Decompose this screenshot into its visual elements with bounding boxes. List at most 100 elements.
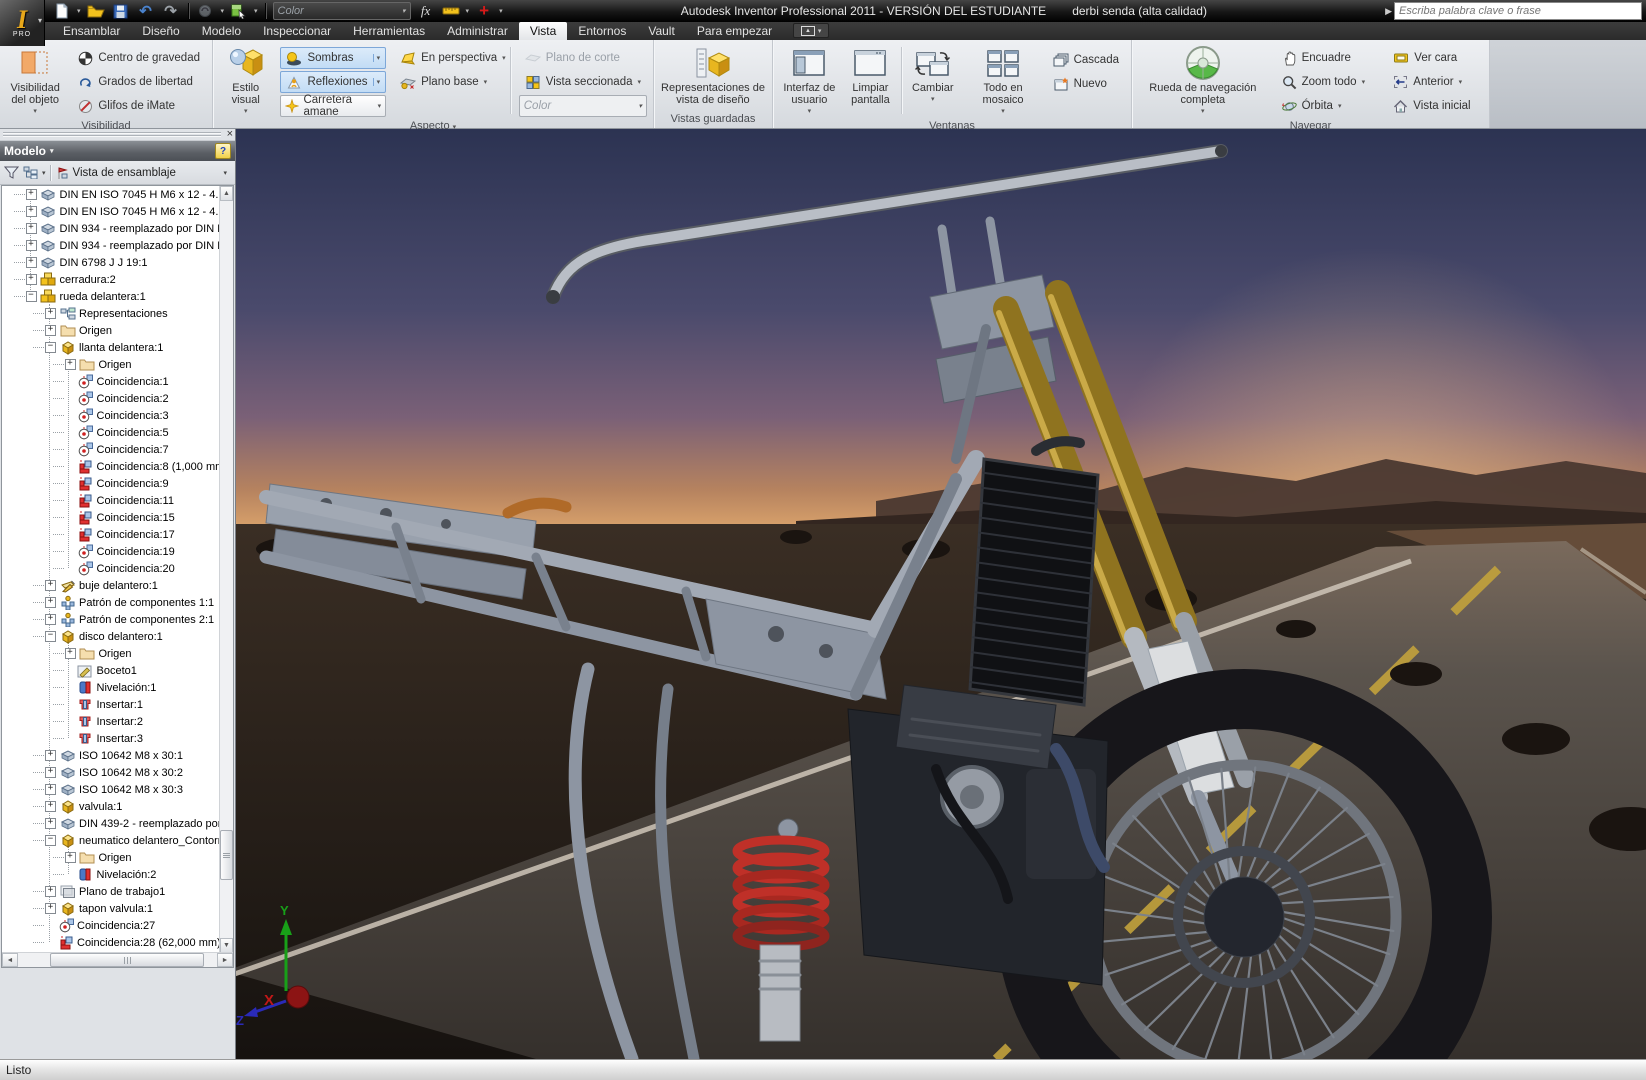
undo-button[interactable]: ↶ xyxy=(136,2,156,20)
tree-expander[interactable]: − xyxy=(45,631,56,642)
scroll-right-icon[interactable]: ► xyxy=(217,953,233,967)
tree-item[interactable]: + Patrón de componentes 2:1 xyxy=(2,611,220,628)
tab-vista[interactable]: Vista xyxy=(518,22,568,40)
assembly-view-label[interactable]: Vista de ensamblaje xyxy=(73,167,176,179)
tree-expander[interactable]: + xyxy=(45,750,56,761)
parameters-fx-button[interactable]: fx xyxy=(416,2,436,20)
tree-item[interactable]: Coincidencia:15 xyxy=(2,509,220,526)
tree-item[interactable]: Coincidencia:11 xyxy=(2,492,220,509)
tab-ensamblar[interactable]: Ensamblar xyxy=(52,22,131,40)
tree-item[interactable]: Nivelación:1 xyxy=(2,679,220,696)
tree-item[interactable]: + DIN EN ISO 7045 H M6 x 12 - 4.8 xyxy=(2,203,220,220)
app-menu-button[interactable]: I PRO ▾ xyxy=(0,0,45,46)
minimize-ribbon-button[interactable]: ▲ ▾ xyxy=(793,23,830,38)
tree-item[interactable]: Coincidencia:9 xyxy=(2,475,220,492)
tree-expander[interactable]: − xyxy=(45,835,56,846)
tree-expander[interactable]: − xyxy=(45,342,56,353)
panel-splitter[interactable]: × xyxy=(0,129,235,141)
tab-modelo[interactable]: Modelo xyxy=(191,22,252,40)
update-button[interactable] xyxy=(196,2,216,20)
tree-expander[interactable]: + xyxy=(45,903,56,914)
glifos-de-imate-button[interactable]: Glifos de iMate xyxy=(72,95,206,117)
vista-inicial-button[interactable]: Vista inicial xyxy=(1387,95,1483,117)
tree-item[interactable]: Coincidencia:1 xyxy=(2,373,220,390)
cambiar-button[interactable]: Cambiar ▾ xyxy=(906,43,959,118)
help-icon[interactable]: ? xyxy=(215,143,231,159)
tree-expander[interactable]: + xyxy=(45,308,56,319)
tree-expander[interactable]: + xyxy=(45,767,56,778)
grados-de-libertad-button[interactable]: Grados de libertad xyxy=(72,71,206,93)
tab-administrar[interactable]: Administrar xyxy=(436,22,519,40)
tree-item[interactable]: Coincidencia:5 xyxy=(2,424,220,441)
tree-item[interactable]: + DIN 934 - reemplazado por DIN E xyxy=(2,220,220,237)
select-caret[interactable]: ▾ xyxy=(254,7,258,15)
tab-vault[interactable]: Vault xyxy=(637,22,685,40)
rueda-navegacion-button[interactable]: Rueda de navegación completa ▾ xyxy=(1138,43,1268,118)
scroll-down-icon[interactable]: ▼ xyxy=(220,938,233,953)
tree-item[interactable]: + Plano de trabajo1 xyxy=(2,883,220,900)
tree-item[interactable]: + cerradura:2 xyxy=(2,271,220,288)
tree-item[interactable]: Coincidencia:7 xyxy=(2,441,220,458)
tree-item[interactable]: + tapon valvula:1 xyxy=(2,900,220,917)
tree-item[interactable]: Coincidencia:28 (62,000 mm) xyxy=(2,934,220,951)
visibilidad-del-objeto-button[interactable]: Visibilidad del objeto ▾ xyxy=(6,43,64,118)
tree-item[interactable]: + ISO 10642 M8 x 30:1 xyxy=(2,747,220,764)
tree-item[interactable]: + buje delantero:1 xyxy=(2,577,220,594)
encuadre-button[interactable]: Encuadre xyxy=(1276,47,1380,69)
estilo-visual-button[interactable]: Estilo visual ▾ xyxy=(219,43,272,118)
interfaz-de-usuario-button[interactable]: Interfaz de usuario ▾ xyxy=(779,43,840,118)
tree-item[interactable]: + ISO 10642 M8 x 30:3 xyxy=(2,781,220,798)
reflexiones-toggle[interactable]: Reflexiones ▾ xyxy=(280,71,387,93)
vista-seccionada-button[interactable]: Vista seccionada ▾ xyxy=(519,71,647,93)
browser-hierarchy-icon[interactable] xyxy=(23,166,38,179)
tree-item[interactable]: + Patrón de componentes 1:1 xyxy=(2,594,220,611)
add-component-button[interactable]: + xyxy=(474,2,494,20)
redo-button[interactable]: ↷ xyxy=(161,2,181,20)
tab-inspeccionar[interactable]: Inspeccionar xyxy=(252,22,342,40)
tree-expander[interactable]: − xyxy=(25,291,37,302)
scroll-left-icon[interactable]: ◄ xyxy=(2,953,18,967)
ver-cara-button[interactable]: Ver cara xyxy=(1387,47,1483,69)
close-icon[interactable]: × xyxy=(227,129,233,140)
tree-item[interactable]: − neumatico delantero_Contorr xyxy=(2,832,220,849)
tree-item[interactable]: Insertar:3 xyxy=(2,730,220,747)
tree-item[interactable]: + Origen xyxy=(2,322,220,339)
tree-expander[interactable]: + xyxy=(45,801,56,812)
tree-expander[interactable]: + xyxy=(45,597,56,608)
tree-expander[interactable]: + xyxy=(25,240,37,251)
filter-icon[interactable] xyxy=(4,166,19,179)
new-file-button[interactable] xyxy=(52,2,72,20)
tree-item[interactable]: Coincidencia:19 xyxy=(2,543,220,560)
measure-button[interactable] xyxy=(441,2,461,20)
tree-expander[interactable]: + xyxy=(25,206,37,217)
tree-item[interactable]: Insertar:2 xyxy=(2,713,220,730)
tree-item[interactable]: − llanta delantera:1 xyxy=(2,339,220,356)
tree-expander[interactable]: + xyxy=(45,580,56,591)
tree-item[interactable]: Coincidencia:20 xyxy=(2,560,220,577)
scrollbar-thumb[interactable] xyxy=(50,953,204,967)
centro-de-gravedad-button[interactable]: Centro de gravedad xyxy=(72,47,206,69)
tab-diseño[interactable]: Diseño xyxy=(131,22,190,40)
nuevo-button[interactable]: Nuevo xyxy=(1047,73,1125,95)
scroll-up-icon[interactable]: ▲ xyxy=(220,186,233,201)
tree-item[interactable]: + Origen xyxy=(2,356,220,373)
color-override-combo[interactable]: Color ▾ xyxy=(272,2,411,20)
tree-item[interactable]: + Origen xyxy=(2,849,220,866)
tree-item[interactable]: + DIN 439-2 - reemplazado por xyxy=(2,815,220,832)
tree-item[interactable]: Nivelación:2 xyxy=(2,866,220,883)
tree-item[interactable]: Coincidencia:2 xyxy=(2,390,220,407)
scrollbar-thumb[interactable] xyxy=(220,830,233,881)
tree-expander[interactable]: + xyxy=(45,784,56,795)
tab-herramientas[interactable]: Herramientas xyxy=(342,22,436,40)
tree-item[interactable]: Coincidencia:17 xyxy=(2,526,220,543)
limpiar-pantalla-button[interactable]: Limpiar pantalla xyxy=(844,43,897,118)
tree-item[interactable]: Coincidencia:27 xyxy=(2,917,220,934)
tree-item[interactable]: + valvula:1 xyxy=(2,798,220,815)
tab-entornos[interactable]: Entornos xyxy=(567,22,637,40)
viewport-3d[interactable]: Y X Z xyxy=(236,129,1646,1059)
tab-para-empezar[interactable]: Para empezar xyxy=(686,22,783,40)
tree-item[interactable]: + Origen xyxy=(2,645,220,662)
plano-base-button[interactable]: Plano base ▾ xyxy=(394,71,502,93)
measure-caret[interactable]: ▾ xyxy=(466,7,470,15)
tree-expander[interactable]: + xyxy=(45,818,56,829)
